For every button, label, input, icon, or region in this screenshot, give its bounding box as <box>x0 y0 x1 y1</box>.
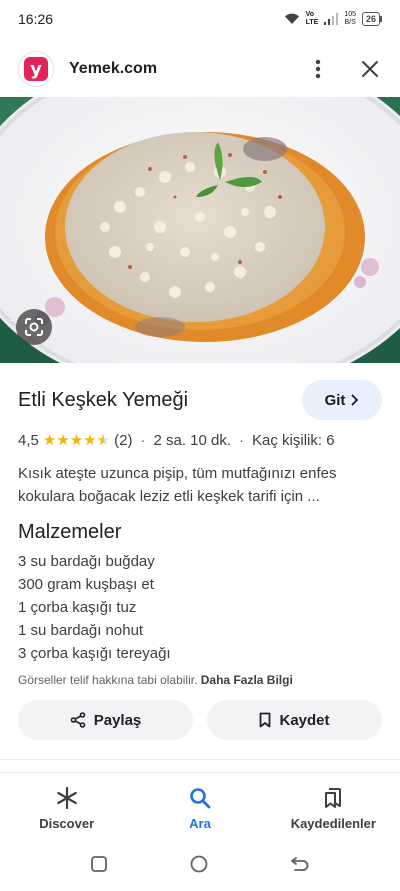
site-name[interactable]: Yemek.com <box>69 60 157 78</box>
lens-icon <box>25 318 43 336</box>
site-logo[interactable]: y <box>18 51 54 87</box>
ingredients-heading: Malzemeler <box>18 521 122 543</box>
status-icons: Vo LTE 105 B/S 26 <box>284 11 380 27</box>
share-label: Paylaş <box>93 711 142 729</box>
share-icon <box>70 712 86 728</box>
system-navigation-bar <box>0 848 400 884</box>
rating-stars: ★ ★ ★ ★ ★ <box>43 433 110 448</box>
nav-label: Ara <box>189 816 211 831</box>
copyright-text: Görseller telif hakkına tabi olabilir. <box>18 673 198 687</box>
servings: Kaç kişilik: 6 <box>252 431 335 449</box>
more-vert-icon <box>315 59 321 79</box>
recipe-title: Etli Keşkek Yemeği <box>18 388 189 411</box>
nav-search[interactable]: Ara <box>133 780 266 838</box>
ingredient-item: 1 su bardağı nohut <box>18 622 144 639</box>
rating-count: (2) <box>114 431 133 449</box>
network-type: Vo LTE <box>305 11 319 26</box>
nav-label: Kaydedilenler <box>290 816 376 831</box>
share-button[interactable]: Paylaş <box>18 700 193 740</box>
star-half-icon: ★ <box>96 431 111 449</box>
divider <box>0 772 400 773</box>
more-options-button[interactable] <box>306 57 330 81</box>
bookmarks-icon <box>325 788 342 808</box>
wifi-icon <box>284 13 299 24</box>
recipe-meta: 4,5 ★ ★ ★ ★ ★ (2) · 2 sa. 10 dk. · Kaç k… <box>18 430 382 450</box>
save-button[interactable]: Kaydet <box>207 700 382 740</box>
ingredient-item: 3 çorba kaşığı tereyağı <box>18 645 171 662</box>
chevron-right-icon <box>352 394 359 406</box>
recipe-card: Etli Keşkek Yemeği Git 4,5 ★ ★ ★ ★ ★ (2)… <box>18 380 382 687</box>
recipe-description: Kısık ateşte uzunca pişip, tüm mutfağını… <box>18 465 337 505</box>
back-button[interactable] <box>290 855 310 878</box>
search-icon <box>190 788 211 809</box>
star-full-icon: ★ <box>42 431 57 449</box>
signal-icon <box>324 13 339 25</box>
copyright-notice: Görseller telif hakkına tabi olabilir. D… <box>18 673 382 687</box>
recipe-image[interactable] <box>0 97 400 363</box>
save-label: Kaydet <box>279 711 330 729</box>
nav-label: Discover <box>39 816 95 831</box>
recent-apps-button[interactable] <box>90 855 108 878</box>
star-full-icon: ★ <box>69 431 84 449</box>
ingredient-item: 300 gram kuşbaşı et <box>18 576 154 593</box>
rating-value: 4,5 <box>18 431 39 449</box>
star-full-icon: ★ <box>56 431 70 449</box>
separator: · <box>140 431 146 449</box>
ingredient-item: 3 su bardağı buğday <box>18 553 155 570</box>
close-icon <box>362 61 378 77</box>
yemek-logo-icon: y <box>24 57 48 81</box>
cooking-duration: 2 sa. 10 dk. <box>153 431 232 449</box>
bottom-navigation: Discover Ara Kaydedilenler <box>0 780 400 838</box>
status-time: 16:26 <box>18 11 54 27</box>
more-info-link[interactable]: Daha Fazla Bilgi <box>201 673 293 687</box>
go-button-label: Git <box>324 391 346 409</box>
google-lens-button[interactable] <box>16 309 52 345</box>
back-arrow-icon <box>290 856 309 871</box>
circle-icon <box>190 855 208 872</box>
bookmark-icon <box>260 712 271 728</box>
asterisk-icon <box>56 786 77 810</box>
go-button[interactable]: Git <box>302 380 382 420</box>
network-speed: 105 B/S <box>344 11 356 26</box>
battery-indicator: 26 <box>361 12 380 26</box>
square-icon <box>91 855 108 872</box>
home-button[interactable] <box>189 854 209 879</box>
status-bar: 16:26 Vo LTE 105 B/S 26 <box>0 0 400 38</box>
keskek-dish-illustration <box>0 97 400 363</box>
star-full-icon: ★ <box>83 431 97 449</box>
separator: · <box>239 431 245 449</box>
ingredients-list: 3 su bardağı buğday 300 gram kuşbaşı et … <box>18 550 382 665</box>
ingredient-item: 1 çorba kaşığı tuz <box>18 599 137 616</box>
nav-discover[interactable]: Discover <box>0 780 133 838</box>
nav-saved[interactable]: Kaydedilenler <box>267 780 400 838</box>
close-button[interactable] <box>358 57 382 81</box>
site-header: y Yemek.com <box>0 44 400 94</box>
divider <box>0 759 400 760</box>
action-row: Paylaş Kaydet <box>18 700 382 740</box>
